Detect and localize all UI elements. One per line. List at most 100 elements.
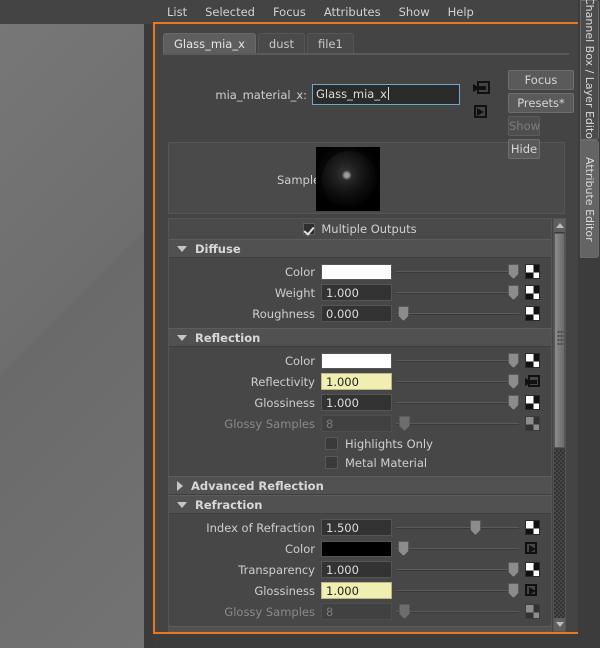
- focus-button[interactable]: Focus: [508, 70, 574, 90]
- menu-item-attributes[interactable]: Attributes: [315, 3, 390, 21]
- attr-label-reflection-glossiness: Glossiness: [169, 396, 321, 410]
- attr-value-transparency[interactable]: [321, 561, 392, 578]
- section-header-reflection[interactable]: Reflection: [169, 328, 551, 347]
- map-button-diffuse-roughness[interactable]: [525, 306, 540, 321]
- attr-value-diffuse-weight[interactable]: [321, 284, 392, 301]
- map-button-diffuse-weight[interactable]: [525, 285, 540, 300]
- tab-glass-mia-x[interactable]: Glass_mia_x: [163, 33, 256, 54]
- attr-label-reflection-color: Color: [169, 354, 321, 368]
- sample-label: Sample: [277, 173, 320, 187]
- section-title-refraction: Refraction: [195, 498, 262, 512]
- tab-dust[interactable]: dust: [258, 33, 305, 54]
- slider-transparency[interactable]: [396, 561, 519, 578]
- multiple-outputs-checkbox[interactable]: [303, 223, 315, 235]
- highlights-only-label: Highlights Only: [345, 437, 433, 451]
- section-header-refraction[interactable]: Refraction: [169, 495, 551, 514]
- slider-diffuse-roughness[interactable]: [396, 305, 519, 322]
- attr-value-reflection-glossiness[interactable]: [321, 394, 392, 411]
- slider-refraction-color[interactable]: [396, 540, 519, 557]
- node-name-value: Glass_mia_x: [316, 87, 387, 101]
- slider-reflection-glossiness[interactable]: [396, 394, 519, 411]
- checkbox-row-highlights-only[interactable]: Highlights Only: [169, 434, 551, 453]
- map-button-reflectivity[interactable]: [525, 374, 540, 389]
- color-swatch-reflection-color[interactable]: [321, 353, 392, 369]
- checkbox-row-metal-material[interactable]: Metal Material: [169, 453, 551, 472]
- multiple-outputs-row[interactable]: Multiple Outputs: [169, 219, 551, 239]
- scrollbar-thumb[interactable]: [554, 233, 565, 448]
- menu-item-help[interactable]: Help: [439, 3, 483, 21]
- menu-item-show[interactable]: Show: [390, 3, 439, 21]
- slider-diffuse-weight[interactable]: [396, 284, 519, 301]
- map-button-reflection-glossiness[interactable]: [525, 395, 540, 410]
- slider-refraction-glossiness[interactable]: [396, 582, 519, 599]
- tab-file1[interactable]: file1: [307, 33, 354, 54]
- map-button-refraction-glossy-samples: [525, 604, 540, 619]
- menu-bar: List Selected Focus Attributes Show Help: [0, 0, 600, 24]
- map-button-diffuse-color[interactable]: [525, 264, 540, 279]
- text-caret: [388, 87, 389, 100]
- attribute-scroll-area[interactable]: Multiple Outputs Diffuse Color Weight Ro…: [168, 218, 552, 632]
- slider-reflection-color[interactable]: [396, 352, 519, 369]
- section-title-reflection: Reflection: [195, 331, 260, 345]
- scroll-up-arrow-icon[interactable]: [554, 219, 565, 232]
- attr-label-refraction-color: Color: [169, 542, 321, 556]
- scroll-down-arrow-icon[interactable]: [554, 618, 565, 631]
- section-title-diffuse: Diffuse: [195, 242, 241, 256]
- menu-item-selected[interactable]: Selected: [196, 3, 264, 21]
- output-connection-icon[interactable]: [473, 104, 491, 120]
- attr-label-reflection-glossy-samples: Glossy Samples: [169, 417, 321, 431]
- attr-value-index-of-refraction[interactable]: [321, 519, 392, 536]
- section-header-diffuse[interactable]: Diffuse: [169, 239, 551, 258]
- map-button-refraction-glossiness[interactable]: [525, 583, 540, 598]
- chevron-down-icon: [177, 246, 187, 252]
- chevron-right-icon: [177, 631, 183, 633]
- slider-index-of-refraction[interactable]: [396, 519, 519, 536]
- hide-button[interactable]: Hide: [508, 139, 540, 159]
- menu-item-focus[interactable]: Focus: [264, 3, 315, 21]
- slider-diffuse-color[interactable]: [396, 263, 519, 280]
- map-button-index-of-refraction[interactable]: [525, 520, 540, 535]
- map-button-refraction-color[interactable]: [525, 541, 540, 556]
- section-header-advanced-reflection[interactable]: Advanced Reflection: [169, 476, 551, 495]
- slider-refraction-glossy-samples: [396, 603, 519, 620]
- attr-row-reflectivity: Reflectivity: [169, 371, 551, 392]
- vertical-tab-attribute-editor-label: Attribute Editor: [583, 157, 596, 242]
- viewport-panel[interactable]: [0, 24, 144, 648]
- material-preview-swatch[interactable]: [316, 147, 380, 211]
- metal-material-checkbox[interactable]: [325, 456, 338, 469]
- presets-button[interactable]: Presets*: [508, 93, 574, 113]
- node-name-input[interactable]: Glass_mia_x: [312, 84, 460, 105]
- slider-reflectivity[interactable]: [396, 373, 519, 390]
- header-buttons: Focus Presets* Show Hide: [508, 70, 574, 162]
- connection-buttons: [473, 80, 495, 128]
- vertical-tab-channel-box[interactable]: Channel Box / Layer Editor: [580, 0, 599, 140]
- highlights-only-checkbox[interactable]: [325, 437, 338, 450]
- menu-item-list[interactable]: List: [158, 3, 196, 21]
- tab-underline: [163, 53, 569, 55]
- section-body-reflection: Color Reflectivity Glossiness Glossy Sam…: [169, 347, 551, 476]
- panel-divider[interactable]: [144, 24, 153, 648]
- attr-value-refraction-glossiness[interactable]: [321, 582, 392, 599]
- input-connection-icon[interactable]: [473, 80, 491, 96]
- attr-row-transparency: Transparency: [169, 559, 551, 580]
- scrollbar-trough[interactable]: [554, 450, 565, 618]
- map-button-reflection-color[interactable]: [525, 353, 540, 368]
- metal-material-label: Metal Material: [345, 456, 427, 470]
- attr-row-refraction-glossiness: Glossiness: [169, 580, 551, 601]
- attr-label-index-of-refraction: Index of Refraction: [169, 521, 321, 535]
- multiple-outputs-label: Multiple Outputs: [321, 222, 416, 236]
- attribute-scrollbar[interactable]: [553, 218, 566, 632]
- attr-value-diffuse-roughness[interactable]: [321, 305, 392, 322]
- attr-value-reflectivity[interactable]: [321, 373, 392, 390]
- attr-label-reflectivity: Reflectivity: [169, 375, 321, 389]
- color-swatch-diffuse-color[interactable]: [321, 264, 392, 280]
- chevron-right-icon: [177, 481, 183, 491]
- color-swatch-refraction-color[interactable]: [321, 541, 392, 557]
- vertical-tab-attribute-editor[interactable]: Attribute Editor: [580, 140, 599, 258]
- section-body-refraction: Index of Refraction Color Transparency G…: [169, 514, 551, 626]
- map-button-transparency[interactable]: [525, 562, 540, 577]
- show-button[interactable]: Show: [508, 116, 540, 136]
- attr-label-diffuse-weight: Weight: [169, 286, 321, 300]
- attr-label-diffuse-roughness: Roughness: [169, 307, 321, 321]
- section-header-advanced-refraction[interactable]: Advanced Refraction: [169, 626, 551, 632]
